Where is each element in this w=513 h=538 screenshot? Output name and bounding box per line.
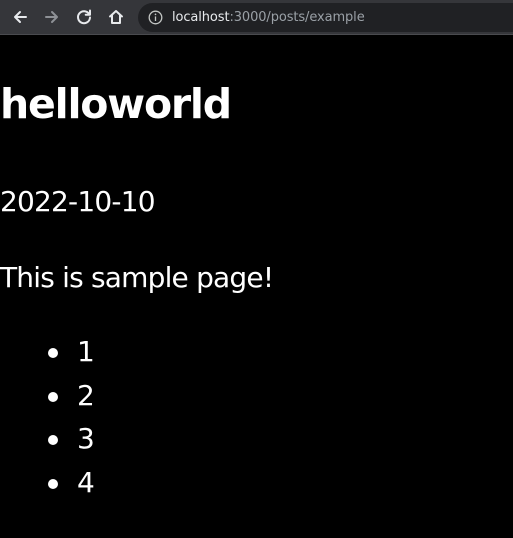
browser-toolbar: localhost:3000/posts/example: [0, 0, 513, 35]
back-button[interactable]: [8, 5, 32, 29]
list-item-label: 1: [77, 335, 95, 368]
url-host: localhost: [172, 10, 230, 25]
page-title: helloworld: [0, 80, 232, 128]
url-text[interactable]: localhost:3000/posts/example: [172, 9, 365, 26]
address-bar[interactable]: localhost:3000/posts/example: [138, 3, 513, 32]
arrow-left-icon: [14, 11, 27, 23]
arrow-right-icon: [45, 11, 58, 23]
bullet-icon: [48, 348, 58, 358]
reload-icon: [77, 9, 91, 25]
info-icon[interactable]: [148, 10, 163, 25]
list-item-label: 4: [77, 465, 95, 499]
post-body: This is sample page!: [0, 261, 274, 294]
list-item-label: 3: [77, 422, 95, 455]
url-path: :3000/posts/example: [229, 10, 365, 25]
reload-button[interactable]: [72, 5, 96, 29]
forward-button[interactable]: [40, 5, 64, 29]
home-icon: [109, 10, 123, 24]
list-item-label: 2: [77, 378, 95, 412]
bullet-icon: [48, 435, 58, 445]
home-button[interactable]: [104, 5, 128, 29]
bullet-icon: [48, 391, 58, 402]
post-date: 2022-10-10: [0, 185, 156, 218]
bullet-icon: [48, 478, 58, 489]
